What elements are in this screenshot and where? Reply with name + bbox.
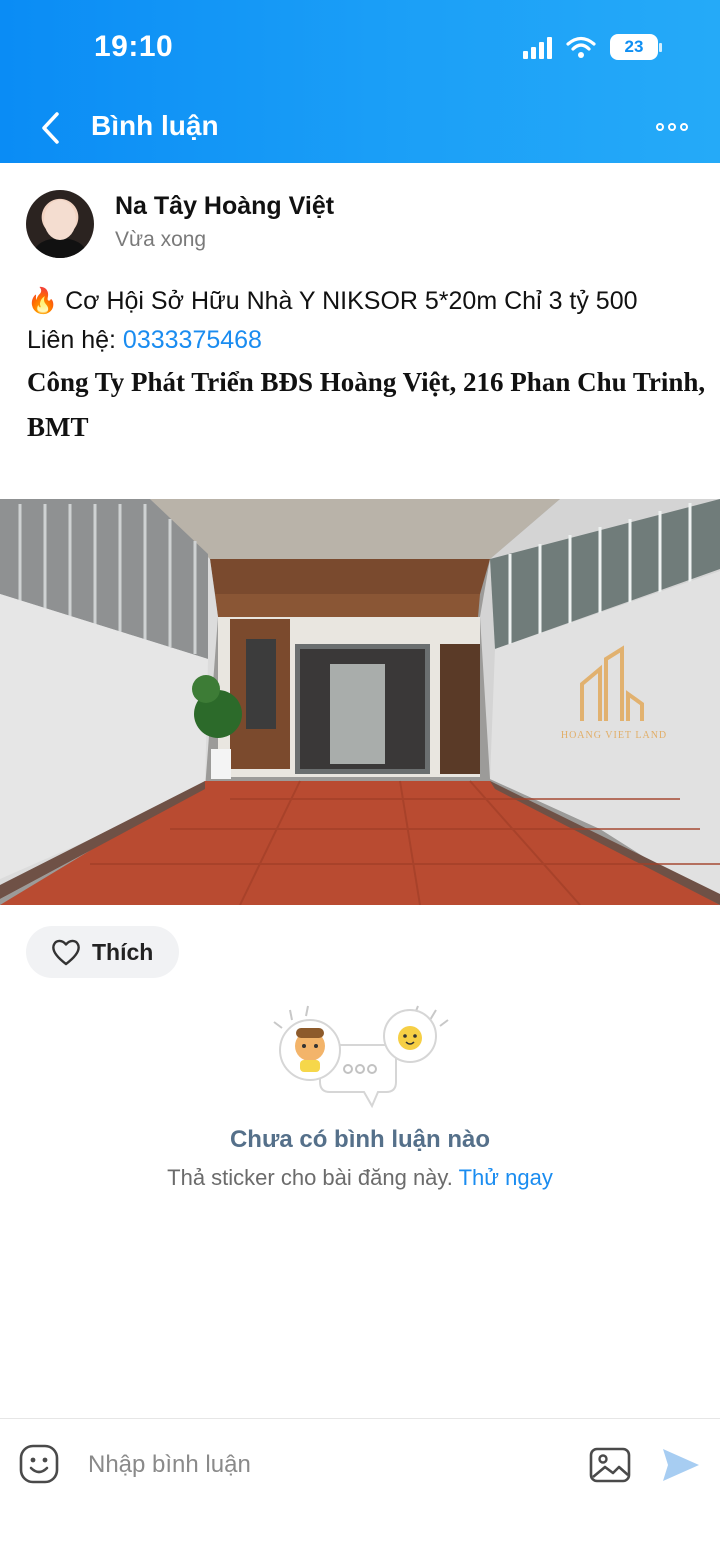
status-time: 19:10	[94, 30, 174, 63]
try-now-link[interactable]: Thử ngay	[459, 1165, 553, 1190]
post-headline: 🔥 Cơ Hội Sở Hữu Nhà Y NIKSOR 5*20m Chỉ 3…	[27, 287, 638, 315]
more-options-button[interactable]	[650, 112, 694, 142]
chevron-left-icon	[42, 112, 59, 144]
phone-link[interactable]: 0333375468	[123, 326, 262, 354]
sticker-icon[interactable]	[18, 1443, 60, 1485]
post-company: Công Ty Phát Triển BĐS Hoàng Việt, 216 P…	[27, 367, 706, 442]
dot-icon	[668, 123, 676, 131]
avatar[interactable]	[26, 190, 94, 258]
page-title: Bình luận	[91, 110, 219, 141]
empty-comments-illustration	[273, 1005, 449, 1109]
wifi-icon	[566, 36, 596, 58]
image-icon[interactable]	[588, 1445, 632, 1485]
send-icon[interactable]	[660, 1445, 702, 1485]
comment-composer	[0, 1418, 720, 1560]
house-photo	[0, 499, 720, 905]
battery-icon: 23	[610, 34, 662, 60]
post-body: 🔥 Cơ Hội Sở Hữu Nhà Y NIKSOR 5*20m Chỉ 3…	[27, 282, 707, 450]
watermark-text: HOANG VIET LAND	[560, 730, 668, 741]
empty-comments-text: Thả sticker cho bài đăng này.	[167, 1165, 459, 1190]
back-button[interactable]	[30, 106, 70, 150]
comment-input[interactable]	[88, 1445, 558, 1485]
empty-comments-title: Chưa có bình luận nào	[229, 1126, 491, 1153]
empty-comments-subtitle: Thả sticker cho bài đăng này. Thử ngay	[0, 1165, 720, 1191]
heart-icon	[52, 939, 80, 966]
contact-label: Liên hệ:	[27, 326, 123, 354]
like-label: Thích	[92, 938, 154, 965]
dot-icon	[680, 123, 688, 131]
like-button[interactable]: Thích	[26, 926, 179, 978]
post-time: Vừa xong	[115, 228, 207, 251]
top-bar: 19:10 23 Bình luận	[0, 0, 720, 163]
post-author[interactable]: Na Tây Hoàng Việt	[115, 192, 334, 221]
dot-icon	[656, 123, 664, 131]
status-icons: 23	[523, 34, 662, 60]
post-contact: Liên hệ: 0333375468	[27, 321, 707, 360]
cellular-signal-icon	[523, 35, 552, 59]
post-image[interactable]: HOANG VIET LAND	[0, 499, 720, 905]
